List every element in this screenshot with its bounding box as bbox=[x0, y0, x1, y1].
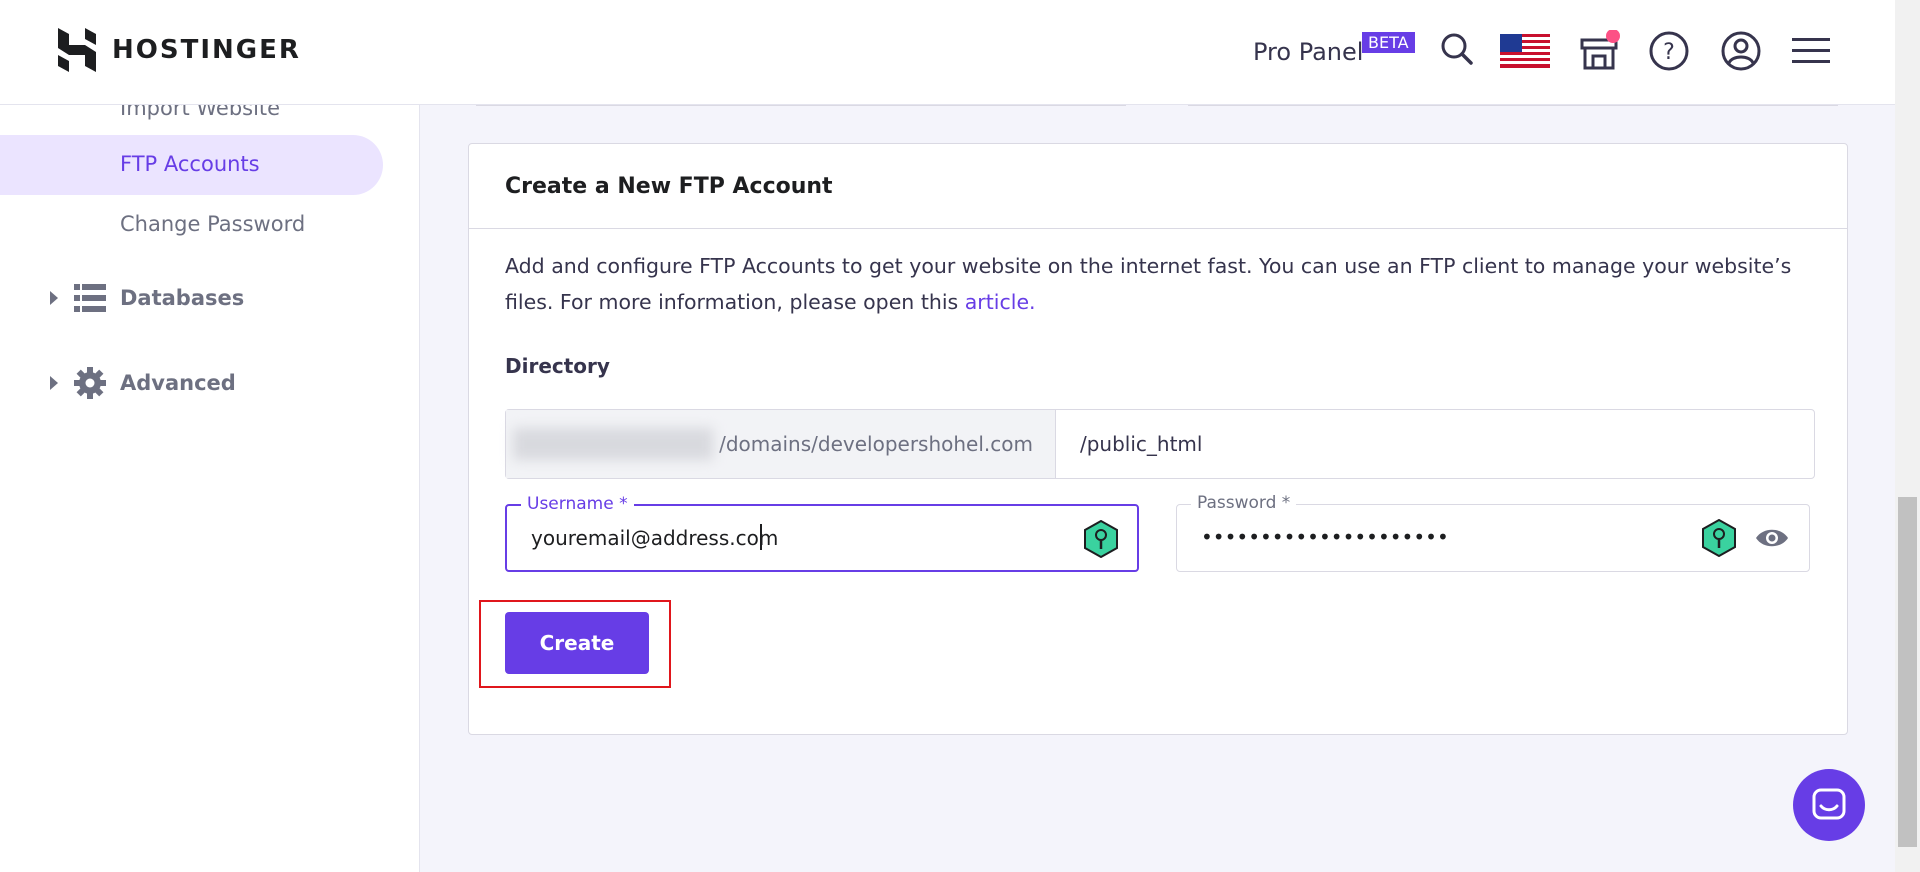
help-icon[interactable]: ? bbox=[1648, 30, 1690, 76]
show-password-eye-icon[interactable] bbox=[1755, 527, 1789, 549]
hostinger-logo-icon bbox=[58, 28, 96, 72]
password-manager-key-icon[interactable] bbox=[1701, 519, 1737, 557]
top-bar: HOSTINGER Pro Panel BETA ? bbox=[0, 0, 1895, 105]
sidebar-section-label: Databases bbox=[120, 286, 245, 310]
us-flag-icon[interactable] bbox=[1500, 34, 1550, 72]
svg-text:?: ? bbox=[1663, 40, 1675, 65]
create-ftp-account-card: Create a New FTP Account Add and configu… bbox=[468, 143, 1848, 735]
sidebar-section-databases[interactable]: Databases bbox=[50, 284, 244, 312]
password-field[interactable]: Password * ••••••••••••••••••••• bbox=[1176, 493, 1810, 572]
pro-panel-link[interactable]: Pro Panel bbox=[1253, 38, 1363, 66]
page-scrollbar[interactable] bbox=[1895, 0, 1920, 872]
directory-field[interactable]: /domains/developershohel.com /public_htm… bbox=[505, 409, 1815, 479]
create-button[interactable]: Create bbox=[505, 612, 649, 674]
password-input[interactable]: ••••••••••••••••••••• bbox=[1201, 525, 1449, 549]
directory-label: Directory bbox=[505, 354, 610, 378]
username-field[interactable]: Username * youremail@address.com bbox=[505, 494, 1139, 572]
sidebar-section-label: Advanced bbox=[120, 371, 236, 395]
card-description: Add and configure FTP Accounts to get yo… bbox=[505, 248, 1805, 320]
caret-right-icon bbox=[50, 376, 58, 390]
hostinger-logo[interactable]: HOSTINGER bbox=[58, 28, 301, 72]
username-input[interactable]: youremail@address.com bbox=[531, 526, 778, 550]
description-text: Add and configure FTP Accounts to get yo… bbox=[505, 254, 1792, 314]
sidebar-item-change-password[interactable]: Change Password bbox=[120, 212, 305, 236]
caret-right-icon bbox=[50, 291, 58, 305]
sidebar-item-label: FTP Accounts bbox=[120, 152, 260, 176]
search-icon[interactable] bbox=[1440, 30, 1474, 74]
chat-support-button[interactable] bbox=[1793, 769, 1865, 841]
brand-name: HOSTINGER bbox=[112, 35, 301, 65]
menu-icon[interactable] bbox=[1792, 36, 1830, 70]
directory-input[interactable]: /public_html bbox=[1056, 410, 1814, 478]
chat-icon bbox=[1812, 788, 1846, 820]
database-icon bbox=[74, 284, 106, 312]
username-label: Username * bbox=[521, 494, 634, 514]
sidebar-section-advanced[interactable]: Advanced bbox=[50, 367, 236, 399]
gear-icon bbox=[74, 367, 106, 399]
password-label: Password * bbox=[1191, 493, 1297, 513]
blurred-path bbox=[513, 428, 714, 460]
scrollbar-thumb[interactable] bbox=[1898, 497, 1917, 847]
directory-prefix-text: /domains/developershohel.com bbox=[719, 432, 1033, 456]
account-icon[interactable] bbox=[1720, 30, 1762, 76]
store-icon[interactable] bbox=[1578, 29, 1620, 76]
text-cursor bbox=[760, 524, 762, 550]
article-link[interactable]: article. bbox=[965, 290, 1036, 314]
card-title: Create a New FTP Account bbox=[469, 144, 1847, 229]
sidebar: Import Website FTP Accounts Change Passw… bbox=[0, 104, 420, 872]
beta-badge: BETA bbox=[1362, 32, 1415, 53]
sidebar-item-import-website[interactable]: Import Website bbox=[120, 104, 280, 120]
password-manager-key-icon[interactable] bbox=[1083, 520, 1119, 558]
directory-prefix: /domains/developershohel.com bbox=[506, 410, 1056, 478]
